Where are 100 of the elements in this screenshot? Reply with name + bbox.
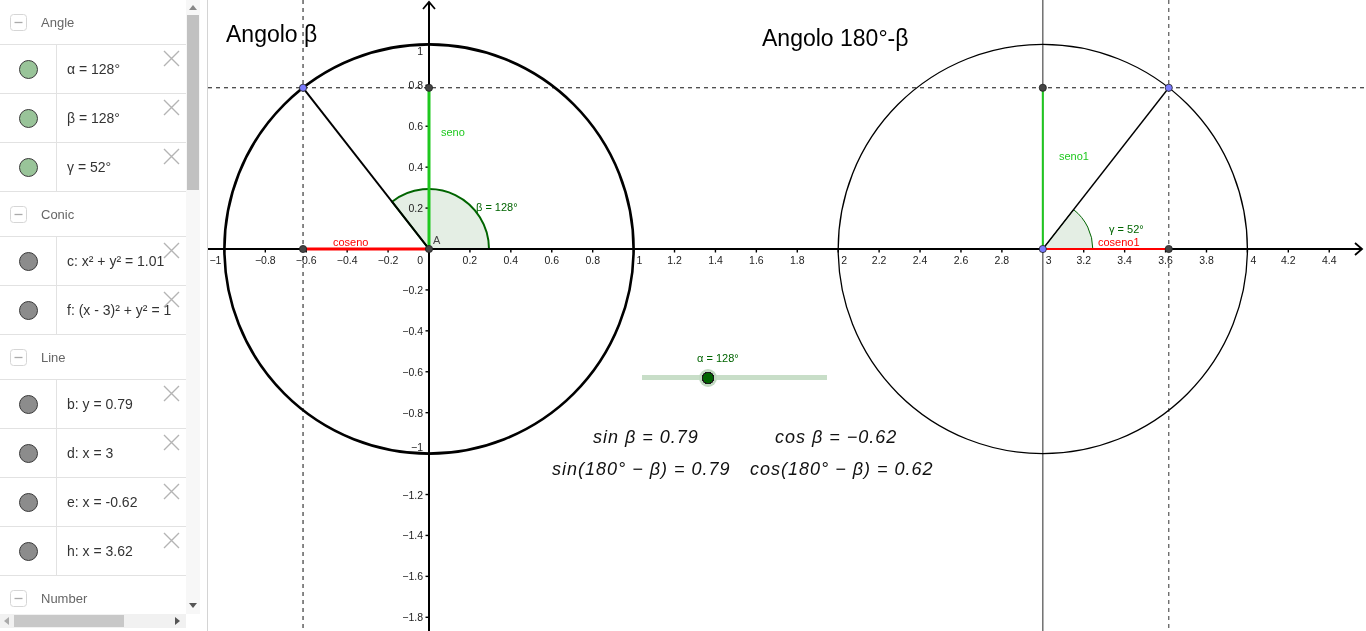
axis-tick-label: −1.8 xyxy=(402,611,423,624)
axis-tick-label: −0.6 xyxy=(295,254,317,266)
axis-tick-label: −1 xyxy=(411,440,423,453)
axis-tick-label: 0.2 xyxy=(408,202,423,215)
visibility-dot-icon[interactable] xyxy=(18,541,38,561)
close-icon[interactable] xyxy=(163,99,180,116)
segment-label: seno xyxy=(441,126,465,138)
close-icon[interactable] xyxy=(163,385,180,402)
visibility-dot-icon[interactable] xyxy=(18,394,38,414)
close-icon[interactable] xyxy=(163,242,180,259)
visibility-dot-icon[interactable] xyxy=(18,157,38,177)
slider-label: α = 128° xyxy=(697,353,739,364)
close-icon[interactable] xyxy=(163,532,180,549)
object-definition[interactable]: f: (x - 3)² + y² = 1 xyxy=(57,302,172,318)
object-definition[interactable]: d: x = 3 xyxy=(57,445,114,461)
object-definition[interactable]: h: x = 3.62 xyxy=(57,543,133,559)
axis-tick-label: −0.2 xyxy=(377,254,399,266)
vertical-scrollbar[interactable] xyxy=(186,0,200,614)
object-definition[interactable]: γ = 52° xyxy=(57,159,112,175)
caret-left-icon[interactable] xyxy=(4,617,9,625)
close-icon[interactable] xyxy=(163,50,180,67)
object-definition[interactable]: α = 128° xyxy=(57,61,120,77)
axis-tick-label: 0.8 xyxy=(585,254,600,266)
formula-text: cos β = −0.62 xyxy=(775,428,898,446)
segment-label: coseno xyxy=(333,235,369,248)
point-icon xyxy=(1164,83,1173,92)
axis-tick-label: −1.6 xyxy=(402,570,423,583)
axis-tick-label: 1 xyxy=(417,45,423,58)
axis-tick-label: 1.2 xyxy=(667,254,682,266)
close-icon[interactable] xyxy=(163,148,180,165)
caret-right-icon[interactable] xyxy=(175,617,180,625)
slider-thumb[interactable] xyxy=(698,369,717,387)
close-icon[interactable] xyxy=(163,434,180,451)
object-definition[interactable]: c: x² + y² = 1.01 xyxy=(57,253,165,269)
visibility-dot-icon[interactable] xyxy=(18,492,38,512)
axis-tick-label: −0.2 xyxy=(402,283,423,296)
visibility-dot-icon[interactable] xyxy=(18,443,38,463)
visibility-dot-icon[interactable] xyxy=(18,59,38,79)
axis-tick-label: 0.2 xyxy=(462,254,478,266)
axis-tick-label: 3.8 xyxy=(1199,254,1214,266)
axis-tick-label: 1.4 xyxy=(708,254,723,266)
point-icon xyxy=(1038,83,1047,92)
caret-down-icon[interactable] xyxy=(189,603,197,608)
group-label: Line xyxy=(41,349,66,365)
point-icon xyxy=(425,83,433,92)
visibility-dot-icon[interactable] xyxy=(18,108,38,128)
axis-tick-label: 4.4 xyxy=(1321,254,1337,266)
close-icon[interactable] xyxy=(163,483,180,500)
axis-tick-label: 1.6 xyxy=(749,254,764,266)
angle-label: γ = 52° xyxy=(1109,223,1144,235)
axis-tick-label: 3.2 xyxy=(1076,254,1091,266)
collapse-icon[interactable] xyxy=(10,205,27,223)
axis-tick-label: −1 xyxy=(209,254,222,266)
figure-title: Angolo 180°-β xyxy=(762,27,909,50)
formula-text: sin β = 0.79 xyxy=(593,428,699,446)
axis-tick-label: −0.6 xyxy=(402,365,423,378)
axis-tick-label: 2.2 xyxy=(871,254,887,266)
axis-tick-label: 0.4 xyxy=(408,161,423,174)
scrollbar-thumb[interactable] xyxy=(187,15,199,190)
axis-tick-label: 3.6 xyxy=(1158,254,1173,266)
axis-tick-label: 0.8 xyxy=(408,79,423,92)
point-icon xyxy=(1038,245,1047,253)
axis-tick-label: 2.8 xyxy=(994,254,1010,266)
axis-tick-label: −0.4 xyxy=(336,254,358,266)
object-definition[interactable]: e: x = -0.62 xyxy=(57,494,138,510)
axis-tick-label: 1 xyxy=(636,254,643,266)
axis-tick-label: 4 xyxy=(1250,254,1257,266)
axis-tick-label: 2.4 xyxy=(912,254,928,266)
visibility-dot-icon[interactable] xyxy=(18,251,38,271)
axis-tick-label: 1.8 xyxy=(790,254,805,266)
axis-tick-label: 3 xyxy=(1045,254,1052,266)
point-icon xyxy=(299,245,308,253)
axis-tick-label: 2 xyxy=(841,254,848,266)
point-label: A xyxy=(433,234,441,246)
segment-label: coseno1 xyxy=(1098,235,1140,248)
scrollbar-thumb[interactable] xyxy=(14,615,124,627)
axis-tick-label: 3.4 xyxy=(1117,254,1132,266)
collapse-icon[interactable] xyxy=(10,348,27,366)
object-definition[interactable]: b: y = 0.79 xyxy=(57,396,133,412)
axis-tick-label: 0.4 xyxy=(503,254,519,266)
group-label: Number xyxy=(41,590,88,606)
point-icon xyxy=(1164,245,1173,253)
visibility-dot-icon[interactable] xyxy=(18,300,38,320)
caret-up-icon[interactable] xyxy=(189,5,197,10)
figure-title: Angolo β xyxy=(226,23,318,46)
horizontal-scrollbar[interactable] xyxy=(0,614,186,628)
axis-tick-label: −0.8 xyxy=(254,254,276,266)
collapse-icon[interactable] xyxy=(10,589,27,607)
axis-tick-label: −1.2 xyxy=(402,488,423,501)
axis-tick-label: −0.8 xyxy=(402,406,423,419)
collapse-icon[interactable] xyxy=(10,13,27,31)
point-icon xyxy=(299,83,308,92)
object-definition[interactable]: β = 128° xyxy=(57,110,120,126)
axis-tick-label: 0 xyxy=(417,254,423,266)
angle-label: β = 128° xyxy=(476,201,518,213)
axis-tick-label: 4.2 xyxy=(1281,254,1296,266)
axis-tick-label: 2.6 xyxy=(953,254,969,266)
axis-tick-label: 0.6 xyxy=(544,254,560,266)
axis-tick-label: −0.4 xyxy=(402,324,423,337)
group-label: Angle xyxy=(41,14,75,30)
